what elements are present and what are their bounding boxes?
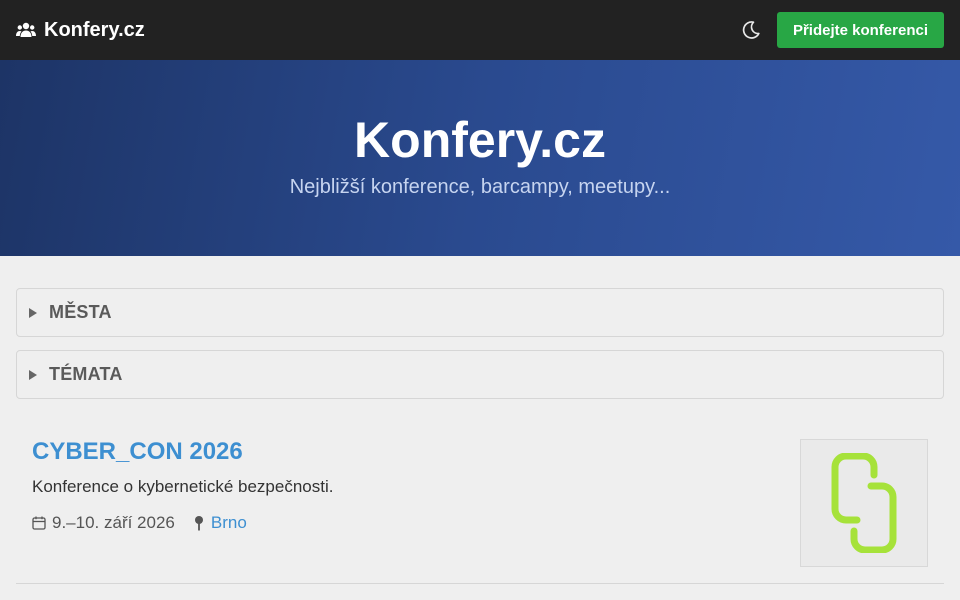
triangle-right-icon (29, 307, 37, 318)
event-title-link[interactable]: CYBER_CON 2026 (32, 438, 243, 466)
event-date: 9.–10. září 2026 (52, 513, 175, 532)
event-logo[interactable] (800, 439, 928, 567)
calendar-icon (32, 516, 46, 530)
navbar: Konfery.cz Přidejte konferenci (0, 0, 960, 60)
triangle-right-icon (29, 369, 37, 380)
add-conference-button[interactable]: Přidejte konferenci (776, 12, 944, 48)
brand-name: Konfery.cz (44, 18, 145, 41)
chain-logo-icon (831, 453, 897, 553)
filter-cities-toggle[interactable]: MĚSTA (16, 288, 944, 337)
filter-cities-label: MĚSTA (49, 302, 112, 322)
moon-icon[interactable] (741, 20, 761, 40)
hero-title: Konfery.cz (354, 112, 606, 168)
event-meta: 9.–10. září 2026 Brno (32, 513, 247, 533)
hero-banner: Konfery.cz Nejbližší konference, barcamp… (0, 60, 960, 256)
event-description: Konference o kybernetické bezpečnosti. (32, 477, 334, 496)
filter-topics-toggle[interactable]: TÉMATA (16, 350, 944, 399)
users-icon (16, 22, 36, 37)
map-pin-icon (194, 516, 203, 531)
event-city-link[interactable]: Brno (211, 513, 247, 533)
nav-actions: Přidejte konferenci (741, 12, 944, 48)
filter-topics-label: TÉMATA (49, 364, 123, 384)
brand-link[interactable]: Konfery.cz (16, 19, 145, 42)
hero-subtitle: Nejbližší konference, barcampy, meetupy.… (289, 176, 671, 198)
event-item: CYBER_CON 2026 Konference o kybernetické… (16, 420, 944, 584)
